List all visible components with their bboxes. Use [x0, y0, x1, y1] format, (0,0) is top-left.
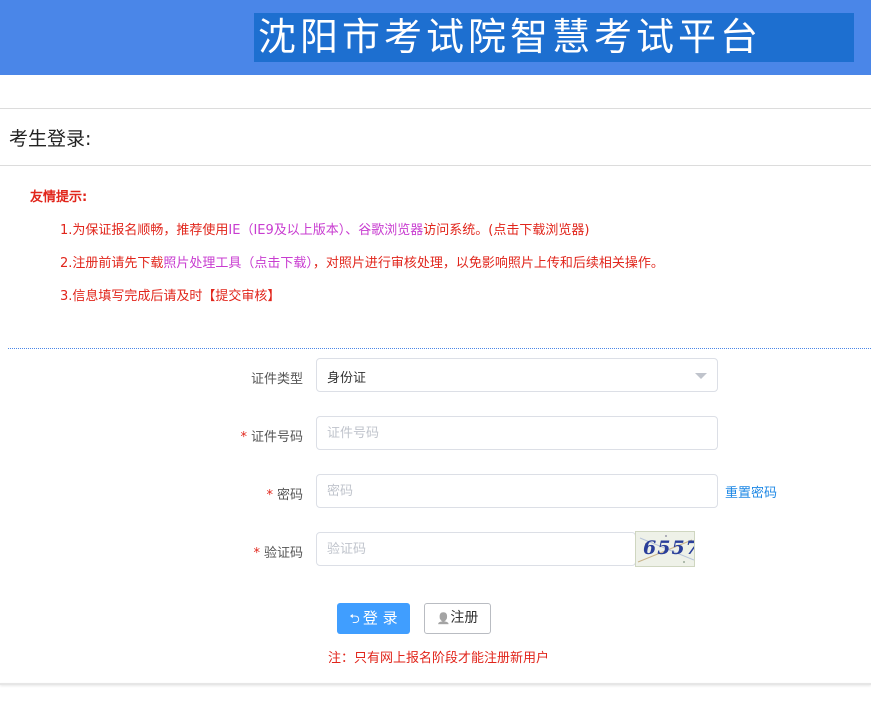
login-button[interactable]: ⮌ 登 录	[337, 603, 410, 634]
tip-2: 2.注册前请先下载照片处理工具（点击下载），对照片进行审核处理，以免影响照片上传…	[60, 252, 664, 271]
captcha-label-text: 验证码	[263, 546, 303, 561]
id-type-select[interactable]: 身份证	[316, 358, 718, 392]
user-icon: 👤	[436, 612, 451, 625]
tip-2-text-c: ，对照片进行审核处理，以免影响照片上传和后续相关操作。	[312, 256, 664, 271]
banner-title: 沈阳市考试院智慧考试平台	[254, 13, 854, 62]
password-input[interactable]	[317, 475, 717, 507]
login-title: 考生登录:	[9, 128, 92, 150]
id-number-field[interactable]	[316, 416, 718, 450]
required-mark: *	[240, 430, 247, 445]
tips-heading: 友情提示:	[30, 190, 88, 205]
required-mark: *	[266, 488, 273, 503]
header-bar: 沈阳市考试院智慧考试平台	[0, 0, 871, 75]
password-label-text: 密码	[276, 488, 303, 503]
chevron-down-icon	[695, 373, 707, 379]
required-mark: *	[253, 546, 260, 561]
login-icon: ⮌	[349, 612, 360, 627]
id-number-label: * 证件号码	[183, 426, 303, 445]
tip-2-text-a: 2.注册前请先下载	[60, 256, 164, 271]
password-label: * 密码	[183, 484, 303, 503]
tip-1-text-c[interactable]: 访问系统。(点击下载浏览器)	[423, 223, 589, 238]
dotted-divider	[8, 348, 871, 349]
id-type-label-text: 证件类型	[250, 372, 303, 387]
photo-tool-link[interactable]: 照片处理工具（点击下载）	[163, 256, 313, 271]
captcha-label: * 验证码	[183, 542, 303, 561]
tip-1: 1.为保证报名顺畅，推荐使用IE（IE9及以上版本）、谷歌浏览器访问系统。(点击…	[60, 219, 589, 238]
login-button-label: 登 录	[362, 609, 398, 627]
tip-1-text-a: 1.为保证报名顺畅，推荐使用	[60, 223, 229, 238]
id-type-value: 身份证	[327, 371, 367, 386]
register-button[interactable]: 👤注册	[424, 603, 491, 634]
id-number-input[interactable]	[317, 417, 717, 449]
captcha-image[interactable]: 6557	[635, 531, 695, 567]
captcha-input[interactable]	[317, 533, 635, 565]
id-type-label: 证件类型	[183, 368, 303, 387]
register-note: 注：只有网上报名阶段才能注册新用户	[328, 651, 550, 666]
footer-divider	[0, 683, 871, 685]
id-number-label-text: 证件号码	[250, 430, 303, 445]
divider-top	[0, 108, 871, 109]
captcha-text: 6557	[643, 537, 695, 559]
reset-password-link[interactable]: 重置密码	[725, 482, 777, 501]
browser-link[interactable]: IE（IE9及以上版本）、谷歌浏览器	[228, 223, 423, 238]
divider-title	[0, 165, 871, 166]
password-field[interactable]	[316, 474, 718, 508]
captcha-field[interactable]	[316, 532, 636, 566]
tip-3: 3.信息填写完成后请及时【提交审核】	[60, 289, 281, 304]
register-button-label: 注册	[450, 610, 479, 626]
